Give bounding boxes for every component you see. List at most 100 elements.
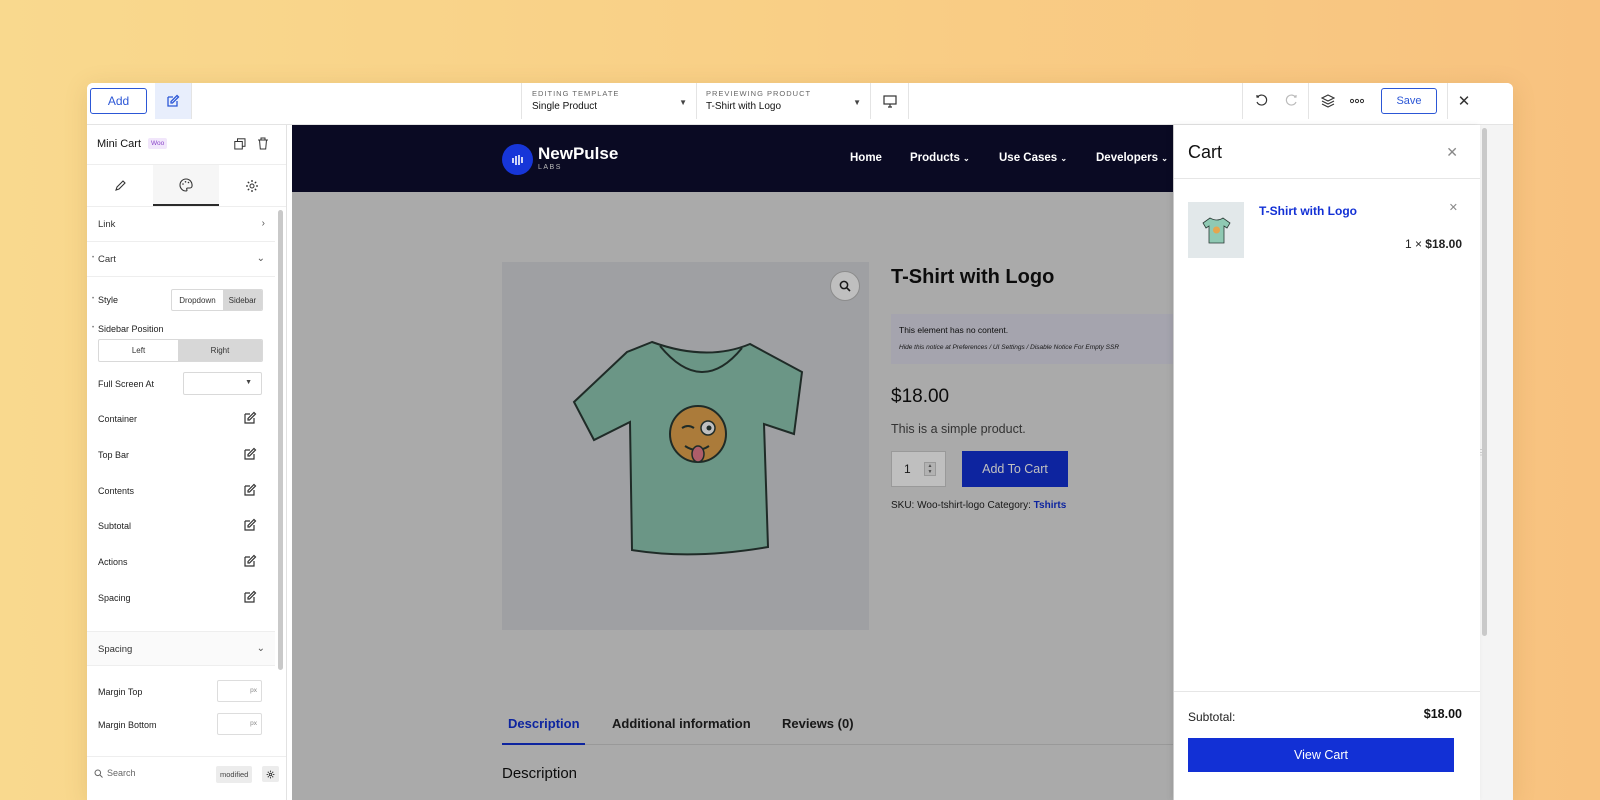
tab-content[interactable] (87, 165, 153, 206)
delete-button[interactable] (257, 137, 271, 151)
subtotal-label: Subtotal: (1188, 710, 1236, 724)
sidebar-position-label: Sidebar Position (98, 324, 164, 334)
style-option-sidebar[interactable]: Sidebar (222, 290, 262, 310)
cart-scrollbar[interactable] (1482, 128, 1487, 636)
add-button[interactable]: Add (90, 88, 147, 114)
edit-row-label: Actions (98, 557, 128, 567)
edit-container-button[interactable] (243, 411, 257, 425)
tab-advanced[interactable] (219, 165, 285, 206)
chevron-down-icon: ⌄ (1060, 154, 1068, 163)
chevron-right-icon: › (261, 218, 265, 229)
brand-logo-icon[interactable] (502, 144, 533, 175)
nav-use-cases[interactable]: Use Cases ⌄ (999, 152, 1067, 164)
gear-icon (266, 770, 275, 778)
builder-window: Add EDITING TEMPLATE Single Product ▼ PR… (87, 83, 1513, 800)
edit-spacing-button[interactable] (243, 590, 257, 604)
view-cart-button[interactable]: View Cart (1188, 738, 1454, 772)
margin-bottom-input[interactable]: px (217, 713, 262, 735)
undo-button[interactable] (1252, 91, 1272, 111)
style-option-dropdown[interactable]: Dropdown (172, 290, 223, 310)
position-option-right[interactable]: Right (178, 340, 262, 361)
sidebar-position-toggle: Left Right (98, 339, 263, 362)
close-icon: ✕ (1446, 144, 1458, 160)
duplicate-button[interactable] (234, 137, 248, 151)
redo-icon (1285, 94, 1297, 106)
edit-icon (244, 483, 257, 496)
settings-panel: Mini Cart Woo Link › • Cart ⌄ • Style Dr… (87, 125, 287, 800)
layers-button[interactable] (1318, 91, 1338, 111)
cart-item-name[interactable]: T-Shirt with Logo (1259, 204, 1357, 218)
nav-developers-label: Developers (1096, 152, 1159, 164)
chevron-down-icon: ⌄ (963, 154, 970, 163)
panel-header: Mini Cart Woo (87, 125, 286, 165)
bullet-icon: • (92, 255, 95, 261)
nav-developers[interactable]: Developers ⌄ (1096, 152, 1168, 164)
modified-filter-button[interactable]: modified (216, 766, 253, 783)
more-options-button[interactable] (1347, 91, 1367, 111)
chevron-down-icon: ▼ (679, 98, 687, 107)
full-screen-select[interactable]: ▼ (183, 372, 262, 395)
search-control[interactable]: Search (94, 768, 136, 778)
item-qty-label: 1 × (1404, 237, 1422, 251)
nav-products[interactable]: Products ⌄ (910, 152, 970, 164)
edit-row-label: Subtotal (98, 521, 132, 531)
section-link-label: Link (98, 219, 116, 230)
chevron-down-icon: ⌄ (1161, 154, 1168, 163)
close-cart-button[interactable]: ✕ (1446, 144, 1458, 161)
tab-style[interactable] (153, 165, 219, 206)
edit-subtotal-button[interactable] (243, 518, 257, 532)
section-cart-label: Cart (98, 254, 116, 265)
section-spacing[interactable]: Spacing ⌄ (87, 631, 275, 666)
full-screen-label: Full Screen At (98, 379, 155, 389)
mini-cart-sidebar: Cart ✕ T-Shirt with Logo ✕ 1 × $18.00 Su… (1173, 125, 1480, 800)
edit-icon (244, 554, 257, 567)
panel-settings-button[interactable] (262, 766, 279, 782)
panel-scrollbar[interactable] (278, 210, 283, 670)
editing-template-select[interactable]: EDITING TEMPLATE Single Product ▼ (532, 89, 687, 119)
margin-top-label: Margin Top (98, 687, 143, 697)
redo-button[interactable] (1281, 91, 1301, 111)
nav-home[interactable]: Home (850, 152, 882, 164)
divider (696, 83, 697, 119)
save-button[interactable]: Save (1381, 88, 1437, 114)
trash-icon (258, 137, 268, 150)
margin-bottom-label: Margin Bottom (98, 720, 157, 730)
section-cart[interactable]: • Cart ⌄ (87, 242, 275, 277)
margin-top-input[interactable]: px (217, 680, 262, 702)
subtotal-value: $18.00 (1423, 707, 1462, 721)
chevron-down-icon: ⌄ (256, 253, 265, 264)
remove-item-button[interactable]: ✕ (1449, 201, 1458, 214)
close-builder-button[interactable]: ✕ (1454, 91, 1474, 111)
search-label: Search (107, 768, 136, 778)
edit-mode-button[interactable] (155, 83, 191, 119)
nav-products-label: Products (910, 152, 960, 164)
edit-contents-button[interactable] (243, 483, 257, 497)
undo-icon (1256, 94, 1268, 106)
edit-row-label: Top Bar (98, 450, 130, 460)
resize-handle-icon[interactable]: ⋮ (1477, 448, 1485, 457)
previewing-product-select[interactable]: PREVIEWING PRODUCT T-Shirt with Logo ▼ (706, 89, 861, 119)
layers-icon (1321, 94, 1335, 108)
nav-use-cases-label: Use Cases (999, 152, 1058, 164)
cart-header: Cart ✕ (1174, 125, 1480, 179)
desktop-view-button[interactable] (880, 91, 900, 111)
unit-label: px (250, 687, 257, 694)
search-icon (94, 769, 103, 778)
pencil-square-icon (167, 94, 180, 107)
cart-title: Cart (1188, 142, 1223, 162)
edit-icon (244, 518, 257, 531)
edit-icon (244, 411, 257, 424)
divider (521, 83, 522, 119)
unit-label: px (250, 720, 257, 727)
more-dots-icon (1350, 98, 1364, 104)
style-label: Style (98, 295, 119, 305)
position-option-left[interactable]: Left (99, 340, 178, 361)
edit-top-bar-button[interactable] (243, 447, 257, 461)
pencil-icon (114, 180, 126, 191)
edit-actions-button[interactable] (243, 554, 257, 568)
cart-item-thumbnail[interactable] (1188, 202, 1244, 258)
top-toolbar: Add EDITING TEMPLATE Single Product ▼ PR… (87, 83, 1513, 125)
previewing-product-value: T-Shirt with Logo (706, 101, 782, 112)
cart-item-quantity: 1 × $18.00 (1405, 237, 1462, 251)
section-link[interactable]: Link › (87, 207, 275, 242)
